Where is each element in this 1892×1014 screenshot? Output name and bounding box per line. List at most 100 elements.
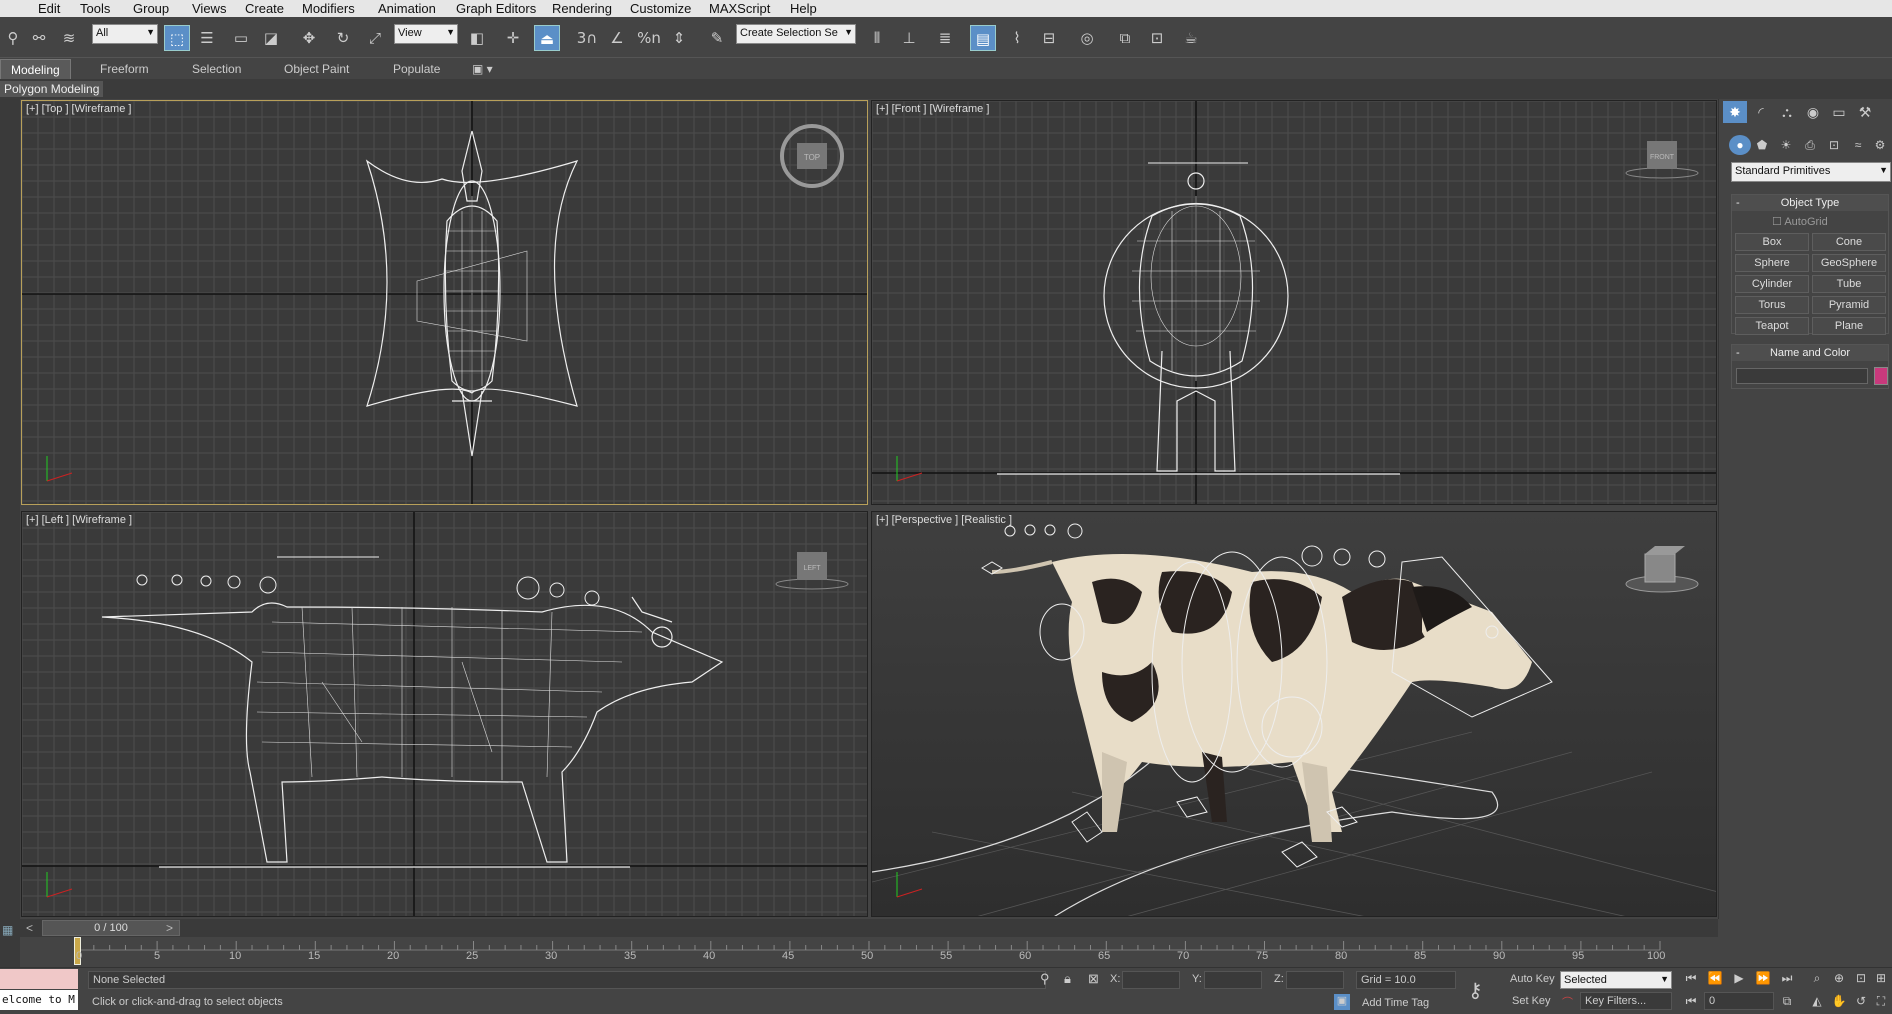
box-button[interactable]: Box [1735, 233, 1809, 251]
next-frame-icon[interactable]: ⏩ [1752, 971, 1774, 985]
menu-create[interactable]: Create [245, 1, 284, 16]
edit-named-selection-icon[interactable]: ✎ [704, 25, 730, 51]
named-selection-set-dropdown[interactable]: Create Selection Se ▼ [736, 24, 856, 44]
modify-tab-icon[interactable]: ◜ [1749, 101, 1773, 123]
select-manipulate-icon[interactable]: ✛ [500, 25, 526, 51]
menu-graph-editors[interactable]: Graph Editors [456, 1, 536, 16]
torus-button[interactable]: Torus [1735, 296, 1809, 314]
menu-maxscript[interactable]: MAXScript [709, 1, 770, 16]
time-slider[interactable]: < 0 / 100 > [20, 919, 1718, 937]
menu-views[interactable]: Views [192, 1, 226, 16]
curve-editor-icon[interactable]: ⌇ [1004, 25, 1030, 51]
lights-icon[interactable]: ☀ [1775, 135, 1797, 155]
layer-explorer-icon[interactable]: ≣ [932, 25, 958, 51]
isolate-selection-icon[interactable]: ⚲ [1040, 971, 1050, 987]
polygon-modeling-panel[interactable]: Polygon Modeling [0, 81, 104, 97]
key-mode-dropdown[interactable]: Selected ▼ [1560, 971, 1672, 989]
pivot-center-icon[interactable]: ◧ [464, 25, 490, 51]
systems-icon[interactable]: ⚙ [1869, 135, 1891, 155]
viewport-top-label[interactable]: [+] [Top ] [Wireframe ] [26, 103, 131, 115]
spinner-snap-icon[interactable]: ⇕ [666, 25, 692, 51]
cone-button[interactable]: Cone [1812, 233, 1886, 251]
autogrid-checkbox[interactable]: ☐ AutoGrid [1772, 215, 1828, 228]
viewport-top[interactable]: [+] [Top ] [Wireframe ] TOP [21, 100, 868, 505]
x-coordinate-input[interactable] [1122, 971, 1180, 989]
keyboard-shortcut-override-icon[interactable]: ⏏ [534, 25, 560, 51]
selection-filter-dropdown[interactable]: All ▼ [92, 24, 158, 44]
maxscript-listener-top[interactable] [0, 969, 78, 989]
absolute-mode-icon[interactable]: ⊠ [1088, 971, 1099, 987]
tab-object-paint[interactable]: Object Paint [284, 62, 349, 76]
set-key-icon[interactable]: ⚷ [1468, 978, 1483, 1003]
viewport-perspective[interactable]: [+] [Perspective ] [Realistic ] [871, 511, 1717, 917]
mirror-icon[interactable]: ⫴ [864, 25, 890, 51]
set-key-button[interactable]: Set Key [1512, 995, 1551, 1007]
viewport-perspective-label[interactable]: [+] [Perspective ] [Realistic ] [876, 514, 1012, 526]
current-frame-input[interactable]: 0 [1704, 992, 1774, 1010]
tab-selection[interactable]: Selection [192, 62, 241, 76]
reference-coordinate-dropdown[interactable]: View ▼ [394, 24, 458, 44]
time-slider-prev-icon[interactable]: < [26, 921, 33, 935]
plane-button[interactable]: Plane [1812, 317, 1886, 335]
track-bar-toggle[interactable]: ▦ [0, 919, 20, 967]
select-object-icon[interactable]: ⬚ [164, 25, 190, 51]
previous-frame-icon[interactable]: ⏪ [1704, 971, 1726, 985]
schematic-view-icon[interactable]: ⊟ [1036, 25, 1062, 51]
ribbon-options-icon[interactable]: ▣ ▾ [472, 62, 493, 76]
render-production-icon[interactable]: ☕ [1178, 25, 1204, 51]
menu-animation[interactable]: Animation [378, 1, 436, 16]
goto-start-icon[interactable]: ⏮ [1680, 971, 1702, 986]
sphere-button[interactable]: Sphere [1735, 254, 1809, 272]
tab-freeform[interactable]: Freeform [100, 62, 149, 76]
time-configuration-icon[interactable]: ⧉ [1776, 994, 1798, 1009]
menu-rendering[interactable]: Rendering [552, 1, 612, 16]
toggle-ribbon-icon[interactable]: ▤ [970, 25, 996, 51]
object-type-header[interactable]: - Object Type [1732, 195, 1888, 211]
select-by-name-icon[interactable]: ☰ [194, 25, 220, 51]
time-tag-icon[interactable]: ▣ [1334, 994, 1350, 1010]
rectangular-selection-icon[interactable]: ▭ [228, 25, 254, 51]
pyramid-button[interactable]: Pyramid [1812, 296, 1886, 314]
pan-icon[interactable]: ✋ [1828, 994, 1850, 1008]
align-icon[interactable]: ⊥ [896, 25, 922, 51]
key-mode-toggle-icon[interactable]: ⏮ [1680, 994, 1702, 1009]
maxscript-mini-listener[interactable]: elcome to M [0, 990, 78, 1010]
render-setup-icon[interactable]: ⧉ [1112, 25, 1138, 51]
viewport-left-label[interactable]: [+] [Left ] [Wireframe ] [26, 514, 132, 526]
rendered-frame-window-icon[interactable]: ⊡ [1144, 25, 1170, 51]
layout-grid-icon[interactable]: ▦ [2, 923, 13, 937]
menu-edit[interactable]: Edit [38, 1, 60, 16]
goto-end-icon[interactable]: ⏭ [1776, 971, 1798, 986]
menu-help[interactable]: Help [790, 1, 817, 16]
track-bar[interactable]: 0 5 10 15 20 25 30 35 40 45 50 55 60 65 … [20, 937, 1718, 967]
name-and-color-header[interactable]: - Name and Color [1732, 345, 1888, 361]
utilities-tab-icon[interactable]: ⚒ [1853, 101, 1877, 123]
viewport-left[interactable]: [+] [Left ] [Wireframe ] LEFT [21, 511, 868, 917]
unlink-icon[interactable]: ⚯ [26, 25, 52, 51]
cylinder-button[interactable]: Cylinder [1735, 275, 1809, 293]
link-icon[interactable]: ⚲ [0, 25, 26, 51]
material-editor-icon[interactable]: ◎ [1074, 25, 1100, 51]
viewport-front-label[interactable]: [+] [Front ] [Wireframe ] [876, 103, 989, 115]
selection-lock-icon[interactable]: 🔒︎ [1064, 971, 1071, 987]
scale-icon[interactable]: ⤢ [362, 25, 388, 51]
teapot-button[interactable]: Teapot [1735, 317, 1809, 335]
percent-snap-icon[interactable]: %n [636, 25, 662, 51]
window-crossing-icon[interactable]: ◪ [258, 25, 284, 51]
move-icon[interactable]: ✥ [296, 25, 322, 51]
cameras-icon[interactable]: ⎙ [1799, 135, 1821, 155]
tab-populate[interactable]: Populate [393, 62, 440, 76]
angle-snap-icon[interactable]: ∠ [604, 25, 630, 51]
auto-key-button[interactable]: Auto Key [1510, 973, 1555, 985]
motion-tab-icon[interactable]: ◉ [1801, 101, 1825, 123]
y-coordinate-input[interactable] [1204, 971, 1262, 989]
object-name-input[interactable] [1736, 368, 1868, 384]
play-icon[interactable]: ▶ [1728, 971, 1750, 985]
key-filters-button[interactable]: Key Filters... [1580, 992, 1672, 1010]
field-of-view-icon[interactable]: ◭ [1806, 994, 1828, 1008]
snaps-toggle-icon[interactable]: 3∩ [574, 25, 600, 51]
bind-space-warp-icon[interactable]: ≋ [56, 25, 82, 51]
menu-modifiers[interactable]: Modifiers [302, 1, 355, 16]
tab-modeling[interactable]: Modeling [0, 59, 71, 80]
shapes-icon[interactable]: ⬟ [1751, 135, 1773, 155]
